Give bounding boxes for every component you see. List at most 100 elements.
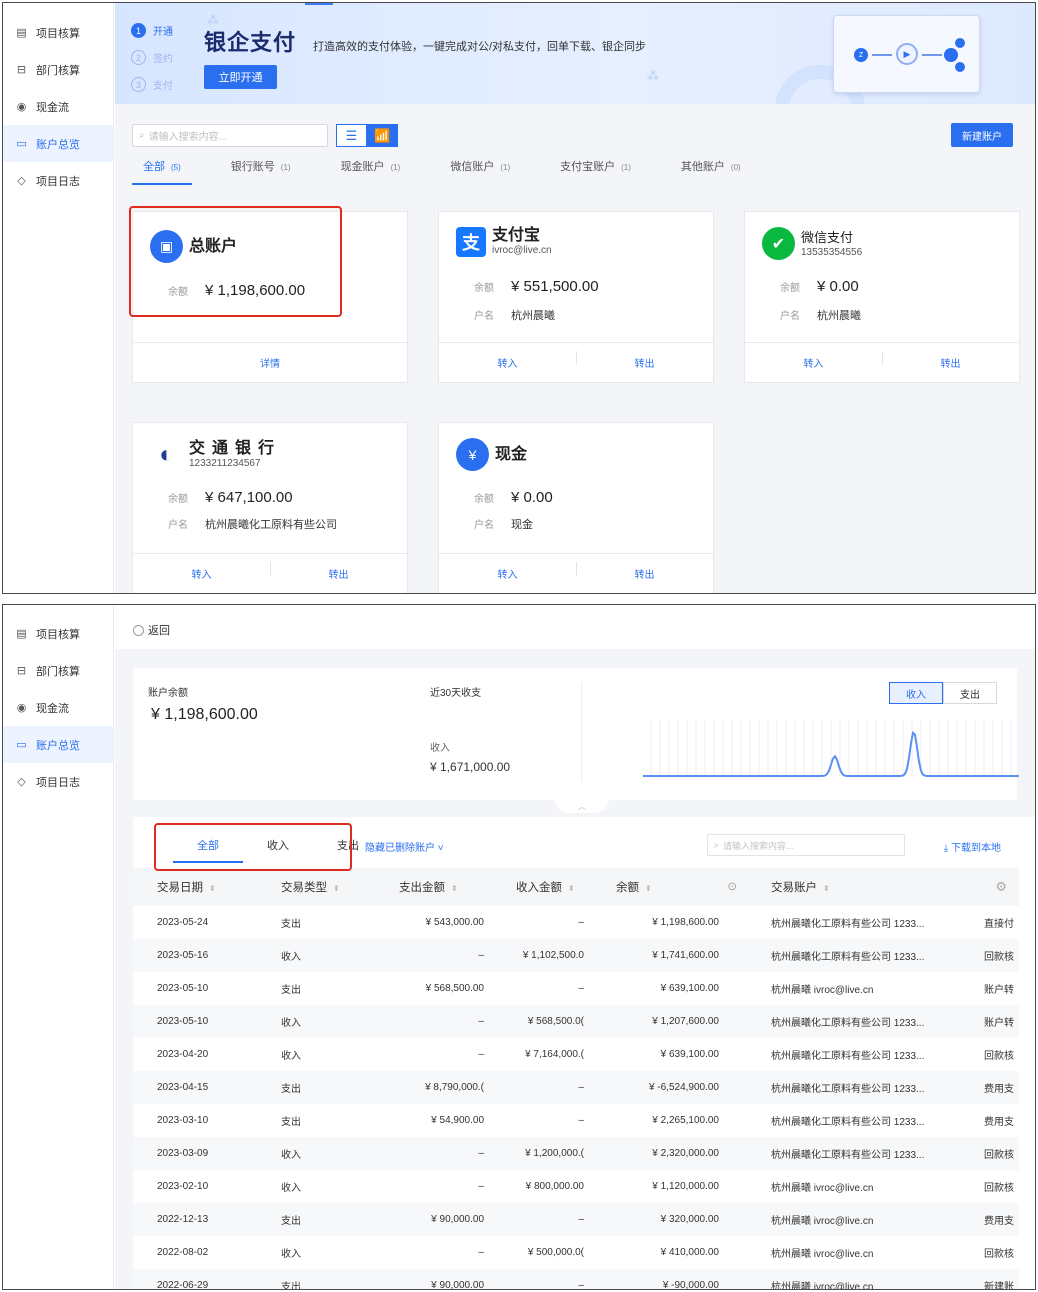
total-account-card: ▣ 总账户 余额 ¥ 1,198,600.00 详情 xyxy=(132,211,408,383)
segment-button[interactable]: 支出 xyxy=(943,682,997,704)
hide-deleted-dropdown[interactable]: 隐藏已删除账户 ˅ xyxy=(365,839,444,854)
filter-icon[interactable]: ⊙ xyxy=(727,879,737,893)
balance-amount: ¥ 639,100.00 xyxy=(660,983,719,994)
sidebar-item[interactable]: ◇ 项目日志 xyxy=(3,763,113,800)
cashflow-icon: ◉ xyxy=(16,101,27,113)
holder-label: 户名 xyxy=(474,520,494,531)
main-content: 1 开通 2 签约 3 支付 银企支付 打造高效的支付体验，一键完成对公/对私支付，回单下… xyxy=(115,3,1035,593)
bank-node-icon xyxy=(955,62,965,72)
sidebar-item[interactable]: ▤ 项目核算 xyxy=(3,615,113,652)
sort-icon[interactable]: ⬍ xyxy=(209,884,216,893)
bank-node-icon xyxy=(955,38,965,48)
holder-row: 户名 杭州晨曦 xyxy=(474,307,555,323)
account-tab[interactable]: 支付宝账户 (1) xyxy=(549,156,642,185)
search-icon: ⌕ xyxy=(714,839,720,850)
transaction-account: 杭州晨曦 ivroc@live.cn xyxy=(747,1269,962,1289)
transaction-date: 2023-04-20 xyxy=(157,1049,209,1060)
transfer-out-button[interactable]: 转出 xyxy=(270,554,407,593)
table-row[interactable]: 2023-03-09 收入 – ¥ 1,200,000.(¥ 2,320,000.00… xyxy=(133,1137,1019,1170)
table-row[interactable]: 2023-05-16 收入 – ¥ 1,102,500.0 ¥ 1,741,600.00… xyxy=(133,939,1019,972)
transfer-in-button[interactable]: 转入 xyxy=(745,343,882,382)
sidebar-item[interactable]: ⊟ 部门核算 xyxy=(3,51,113,88)
view-toggle: ☰ 📶 xyxy=(336,124,398,147)
account-search-input[interactable]: ⌕ 请输入搜索内容... xyxy=(132,124,328,147)
settings-icon[interactable]: ⚙ xyxy=(962,868,1019,906)
table-row[interactable]: 2022-12-13 支出 ¥ 90,000.00– ¥ 320,000.00 杭州晨曦… xyxy=(133,1203,1019,1236)
tab-label: 银行账号 xyxy=(230,161,275,173)
transfer-out-button[interactable]: 转出 xyxy=(576,554,713,593)
transfer-in-button[interactable]: 转入 xyxy=(133,554,270,593)
transfer-out-button[interactable]: 转出 xyxy=(882,343,1019,382)
collapse-icon[interactable]: ︿ xyxy=(555,799,609,813)
expense-amount: ¥ 543,000.00 xyxy=(425,917,484,928)
sort-icon[interactable]: ⬍ xyxy=(333,884,340,893)
tab-label: 全部 xyxy=(143,161,165,173)
income-amount: ¥ 1,200,000.( xyxy=(492,1137,592,1170)
account-tab[interactable]: 微信账户 (1) xyxy=(439,156,521,185)
transaction-type: 支出 xyxy=(257,1071,375,1104)
detail-button[interactable]: 详情 xyxy=(133,343,407,382)
transfer-in-button[interactable]: 转入 xyxy=(439,554,576,593)
list-view-icon[interactable]: ☰ xyxy=(336,124,367,147)
table-row[interactable]: 2023-05-24 支出 ¥ 543,000.00 – ¥ 1,198,600.00 杭… xyxy=(133,906,1019,939)
transaction-type: 收入 xyxy=(281,1051,301,1062)
account-tab[interactable]: 银行账号 (1) xyxy=(220,156,302,185)
sort-icon[interactable]: ⬍ xyxy=(823,884,830,893)
column-header[interactable]: 收入金额 ⬍ xyxy=(492,868,592,906)
transaction-remark: 新建账 xyxy=(962,1269,1019,1289)
holder-row: 户名 现金 xyxy=(474,516,533,532)
table-row[interactable]: 2023-02-10 收入 – ¥ 800,000.00 ¥ 1,120,000.00 杭… xyxy=(133,1170,1019,1203)
sort-icon[interactable]: ⬍ xyxy=(645,884,652,893)
sidebar-item[interactable]: ▭ 账户总览 xyxy=(3,726,113,763)
table-row[interactable]: 2022-08-02 收入 – ¥ 500,000.0(¥ 410,000.00 杭州晨… xyxy=(133,1236,1019,1269)
card-header: ▣ 总账户 xyxy=(150,230,237,263)
sidebar-item[interactable]: ▤ 项目核算 xyxy=(3,14,113,51)
back-button[interactable]: 返回 xyxy=(133,622,170,638)
sidebar-item[interactable]: ◉ 现金流 xyxy=(3,88,113,125)
chart-view-icon[interactable]: 📶 xyxy=(367,124,398,147)
transactions-section: 全部 收入 支出 隐藏已删除账户 ˅ ⌕ 请输入搜索内容... ⤓ 下载到本地 交易… xyxy=(133,817,1035,1289)
transaction-search-input[interactable]: ⌕ 请输入搜索内容... xyxy=(707,834,905,856)
sidebar-item[interactable]: ◉ 现金流 xyxy=(3,689,113,726)
table-row[interactable]: 2023-03-10 支出 ¥ 54,900.00 – ¥ 2,265,100.00 杭州… xyxy=(133,1104,1019,1137)
table-row[interactable]: 2023-05-10 支出 ¥ 568,500.00 – ¥ 639,100.00 杭州晨… xyxy=(133,972,1019,1005)
income-amount: ¥ 500,000.0( xyxy=(527,1247,584,1258)
account-tab[interactable]: 全部 (5) xyxy=(132,156,192,185)
table-row[interactable]: 2023-04-20 收入 – ¥ 7,164,000.(¥ 639,100.00 杭州… xyxy=(133,1038,1019,1071)
open-now-button[interactable]: 立即开通 xyxy=(204,65,277,89)
column-header-label: 交易账户 xyxy=(771,882,817,894)
tag-icon: ◇ xyxy=(17,776,26,788)
holder-value: 现金 xyxy=(511,519,533,531)
table-row[interactable]: 2022-06-29 支出 ¥ 90,000.00– ¥ -90,000.00 杭州晨曦… xyxy=(133,1269,1019,1289)
download-button[interactable]: ⤓ 下载到本地 xyxy=(944,839,1001,854)
step-label: 支付 xyxy=(153,81,173,92)
column-header[interactable]: 交易日期 ⬍ xyxy=(133,868,257,906)
sidebar: ▤ 项目核算 ⊟ 部门核算 ◉ 现金流 ▭ 账户总览 ◇ 项目日志 xyxy=(3,3,114,593)
new-account-button[interactable]: 新建账户 xyxy=(951,123,1013,147)
card-footer: 转入 转出 xyxy=(133,553,407,593)
income-label: 收入 xyxy=(430,743,450,754)
column-header[interactable]: 交易类型 ⬍ xyxy=(257,868,375,906)
sidebar-item[interactable]: ◇ 项目日志 xyxy=(3,162,113,199)
sidebar-item[interactable]: ▭ 账户总览 xyxy=(3,125,113,162)
card-name: 微信支付 xyxy=(801,229,854,245)
column-header[interactable]: 余额 ⬍ ⊙ xyxy=(592,868,747,906)
account-tab[interactable]: 其他账户 (0) xyxy=(670,156,752,185)
column-header[interactable]: 交易账户 ⬍ xyxy=(747,868,962,906)
sidebar-item[interactable]: ⊟ 部门核算 xyxy=(3,652,113,689)
column-header[interactable]: 支出金额 ⬍ xyxy=(375,868,492,906)
transaction-date: 2023-05-16 xyxy=(133,939,257,972)
transfer-in-button[interactable]: 转入 xyxy=(439,343,576,382)
account-tab[interactable]: 现金账户 (1) xyxy=(330,156,412,185)
card-account-id: 13535354556 xyxy=(801,246,863,258)
transaction-type: 收入 xyxy=(257,1005,375,1038)
balance-value: ¥ 0.00 xyxy=(817,278,859,295)
sort-icon[interactable]: ⬍ xyxy=(568,884,575,893)
table-row[interactable]: 2023-05-10 收入 – ¥ 568,500.0(¥ 1,207,600.00 杭… xyxy=(133,1005,1019,1038)
table-row[interactable]: 2023-04-15 支出 ¥ 8,790,000.(– ¥ -6,524,900.0… xyxy=(133,1071,1019,1104)
bank-account-card: ◐ 交通银行 1233211234567 余额 ¥ 647,100.00 户名 … xyxy=(132,422,408,593)
transfer-out-button[interactable]: 转出 xyxy=(576,343,713,382)
sort-icon[interactable]: ⬍ xyxy=(451,884,458,893)
segment-button[interactable]: 收入 xyxy=(889,682,943,704)
transaction-account: 杭州晨曦化工原料有些公司 1233... xyxy=(747,1137,962,1170)
